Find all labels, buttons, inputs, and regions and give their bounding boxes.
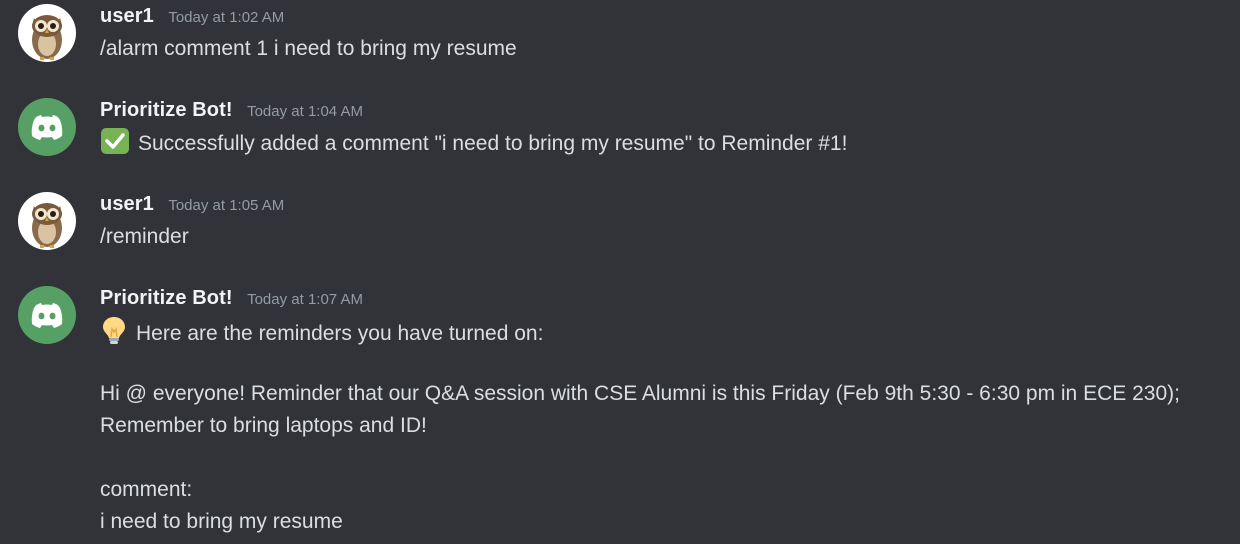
message-header: Prioritize Bot! Today at 1:07 AM [100,287,363,310]
message-header: user1 Today at 1:02 AM [100,5,284,28]
message-4: Prioritize Bot! Today at 1:07 AM Here ar… [0,282,1240,544]
message-3: user1 Today at 1:05 AM /reminder [0,188,1240,278]
message-text: Here are the reminders you have turned o… [136,322,544,345]
username[interactable]: Prioritize Bot! [100,287,233,309]
message-1: user1 Today at 1:02 AM /alarm comment 1 … [0,0,1240,90]
message-header: Prioritize Bot! Today at 1:04 AM [100,99,363,122]
username[interactable]: user1 [100,5,154,27]
reminder-text: Hi @ everyone! Reminder that our Q&A ses… [100,382,1180,437]
owl-avatar[interactable] [18,192,76,250]
message-text-row: Successfully added a comment "i need to … [100,127,847,165]
timestamp[interactable]: Today at 1:05 AM [168,197,284,214]
message-header: user1 Today at 1:05 AM [100,193,284,216]
check-mark-button-icon [100,127,130,165]
timestamp[interactable]: Today at 1:07 AM [247,291,363,308]
discord-logo-avatar[interactable] [18,286,76,344]
message-2: Prioritize Bot! Today at 1:04 AM Success… [0,94,1240,184]
username[interactable]: user1 [100,193,154,215]
message-text: /alarm comment 1 i need to bring my resu… [100,37,517,60]
discord-logo-avatar[interactable] [18,98,76,156]
owl-avatar[interactable] [18,4,76,62]
timestamp[interactable]: Today at 1:02 AM [168,9,284,26]
message-text: /reminder [100,225,189,248]
comment-text: i need to bring my resume [100,510,343,533]
username[interactable]: Prioritize Bot! [100,99,233,121]
light-bulb-icon [100,315,128,355]
message-text: Successfully added a comment "i need to … [138,132,848,155]
timestamp[interactable]: Today at 1:04 AM [247,103,363,120]
message-text-row: Here are the reminders you have turned o… [100,315,543,355]
comment-label: comment: [100,478,193,501]
